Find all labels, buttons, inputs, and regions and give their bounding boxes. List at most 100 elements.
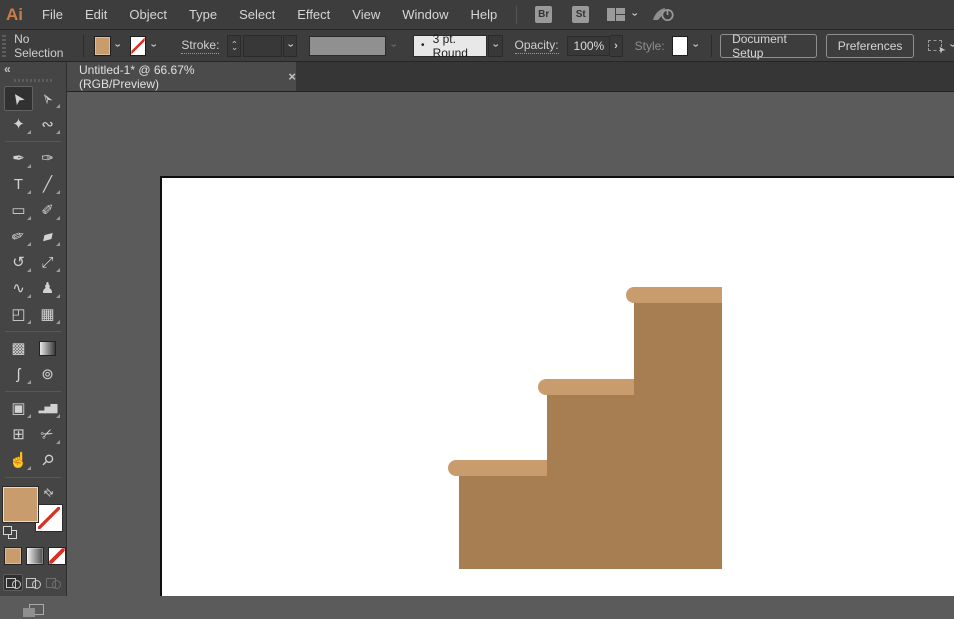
type-tool[interactable]: T (4, 172, 33, 197)
gradient-tool[interactable] (33, 336, 62, 361)
shape-builder-tool[interactable]: ◰ (4, 302, 33, 327)
direct-selection-tool[interactable]: ➢ (33, 86, 62, 111)
preferences-button[interactable]: Preferences (826, 34, 915, 58)
select-similar-options-icon[interactable]: ➤ (928, 40, 942, 51)
shaper-tool[interactable]: ✏ (4, 224, 33, 249)
fill-color-dropdown[interactable]: › (111, 36, 124, 56)
gpu-performance-rocket-icon[interactable] (652, 6, 676, 23)
slice-tool[interactable]: ✂ (33, 422, 62, 447)
collapse-panel-icon[interactable]: « (0, 62, 66, 76)
illustrator-window: { "menubar": { "logo": "Ai", "items": ["… (0, 0, 954, 596)
divider (83, 35, 84, 57)
control-bar-grip[interactable] (2, 35, 6, 57)
stair-tread-top[interactable] (626, 287, 722, 303)
panel-grip[interactable] (14, 79, 52, 82)
line-segment-tool[interactable]: ╱ (33, 172, 62, 197)
select-similar-chevron[interactable]: › (947, 44, 954, 48)
chevron-down-icon[interactable]: › (629, 13, 640, 17)
document-setup-button[interactable]: Document Setup (720, 34, 817, 58)
brush-definition-value: 3 pt. Round (433, 32, 486, 60)
hand-tool[interactable]: ☝ (4, 448, 33, 473)
fill-color-swatch[interactable] (94, 36, 111, 56)
document-tab[interactable]: Untitled-1* @ 66.67% (RGB/Preview) × (66, 62, 296, 91)
change-screen-mode-icon[interactable] (23, 604, 43, 619)
eraser-tool[interactable]: ▰ (33, 224, 62, 249)
variable-width-profile-dropdown[interactable] (309, 36, 386, 56)
stair-base[interactable] (459, 474, 722, 569)
menu-separator (516, 6, 517, 24)
opacity-input[interactable]: 100% (567, 36, 611, 56)
canvas-pasteboard[interactable] (66, 92, 954, 596)
stair-tread-bottom[interactable] (448, 460, 547, 476)
toolbar-separator (5, 141, 61, 142)
stroke-color-swatch[interactable] (130, 36, 147, 56)
apply-gradient-button[interactable] (26, 547, 44, 565)
app-logo: Ai (0, 5, 31, 25)
menu-select[interactable]: Select (228, 0, 286, 29)
tools-panel: « ➤➢✦∾✒✑T╱▭✐✏▰↺⤢∿♟◰▦▩ʃ⊚▣▂▅▇⊞✂☝⚲ ⇄ (0, 62, 67, 596)
zoom-tool[interactable]: ⚲ (33, 448, 62, 473)
swap-fill-stroke-icon[interactable]: ⇄ (41, 485, 57, 501)
draw-normal-button[interactable] (3, 574, 23, 591)
fill-stroke-control: ⇄ (2, 486, 64, 538)
magic-wand-tool[interactable]: ✦ (4, 112, 33, 137)
column-graph-tool[interactable]: ▂▅▇ (33, 396, 62, 421)
style-dropdown[interactable]: › (688, 36, 701, 56)
puppet-warp-tool[interactable]: ♟ (33, 276, 62, 301)
opacity-more-button[interactable]: › (610, 35, 622, 57)
selection-status: No Selection (14, 32, 69, 60)
menu-help[interactable]: Help (459, 0, 508, 29)
stock-badge-icon[interactable]: St (572, 6, 589, 23)
divider (711, 35, 712, 57)
width-tool[interactable]: ∿ (4, 276, 33, 301)
bridge-badge-icon[interactable]: Br (535, 6, 552, 23)
artboard[interactable] (160, 176, 954, 596)
toolbar-separator (5, 477, 61, 478)
menu-bar: Ai FileEditObjectTypeSelectEffectViewWin… (0, 0, 954, 30)
stroke-weight-value[interactable] (243, 35, 282, 57)
draw-behind-button[interactable] (23, 574, 43, 591)
symbol-sprayer-tool[interactable]: ▣ (4, 396, 33, 421)
variable-width-profile-chevron: › (386, 36, 399, 56)
stair-tread-middle[interactable] (538, 379, 634, 395)
blend-tool[interactable]: ⊚ (33, 362, 62, 387)
apply-none-button[interactable] (48, 547, 66, 565)
mesh-tool[interactable]: ▩ (4, 336, 33, 361)
paintbrush-tool[interactable]: ✐ (33, 198, 62, 223)
apply-color-button[interactable] (4, 547, 22, 565)
eyedropper-tool[interactable]: ʃ (4, 362, 33, 387)
menu-file[interactable]: File (31, 0, 74, 29)
pen-tool[interactable]: ✒ (4, 146, 33, 171)
scale-tool[interactable]: ⤢ (33, 250, 62, 275)
perspective-grid-tool[interactable]: ▦ (33, 302, 62, 327)
menu-effect[interactable]: Effect (286, 0, 341, 29)
selection-tool[interactable]: ➤ (4, 86, 33, 111)
curvature-tool[interactable]: ✑ (33, 146, 62, 171)
style-swatch[interactable] (672, 36, 689, 56)
menu-window[interactable]: Window (391, 0, 459, 29)
stroke-color-indicator[interactable] (36, 505, 62, 531)
stroke-weight-stepper[interactable]: › › (227, 35, 240, 57)
stair-top-riser[interactable] (634, 302, 722, 475)
artboard-tool[interactable]: ⊞ (4, 422, 33, 447)
stair-middle-riser[interactable] (547, 394, 634, 475)
menu-view[interactable]: View (341, 0, 391, 29)
document-tab-bar: Untitled-1* @ 66.67% (RGB/Preview) × (66, 62, 954, 92)
workspace-layout-icon[interactable] (607, 8, 625, 21)
menu-type[interactable]: Type (178, 0, 228, 29)
fill-color-indicator[interactable] (3, 487, 38, 522)
menu-edit[interactable]: Edit (74, 0, 118, 29)
opacity-label[interactable]: Opacity: (515, 38, 559, 54)
stroke-color-dropdown[interactable]: › (146, 36, 159, 56)
apply-color-buttons (4, 547, 66, 565)
stroke-weight-dropdown[interactable]: › (283, 35, 297, 57)
stroke-label[interactable]: Stroke: (181, 38, 219, 54)
lasso-tool[interactable]: ∾ (33, 112, 62, 137)
rotate-tool[interactable]: ↺ (4, 250, 33, 275)
menu-object[interactable]: Object (118, 0, 178, 29)
brush-definition-dropdown[interactable]: • 3 pt. Round (413, 35, 486, 57)
rectangle-tool[interactable]: ▭ (4, 198, 33, 223)
brush-definition-chevron[interactable]: › (488, 35, 503, 57)
default-fill-stroke-icon[interactable] (3, 526, 17, 538)
tab-close-icon[interactable]: × (288, 70, 296, 83)
